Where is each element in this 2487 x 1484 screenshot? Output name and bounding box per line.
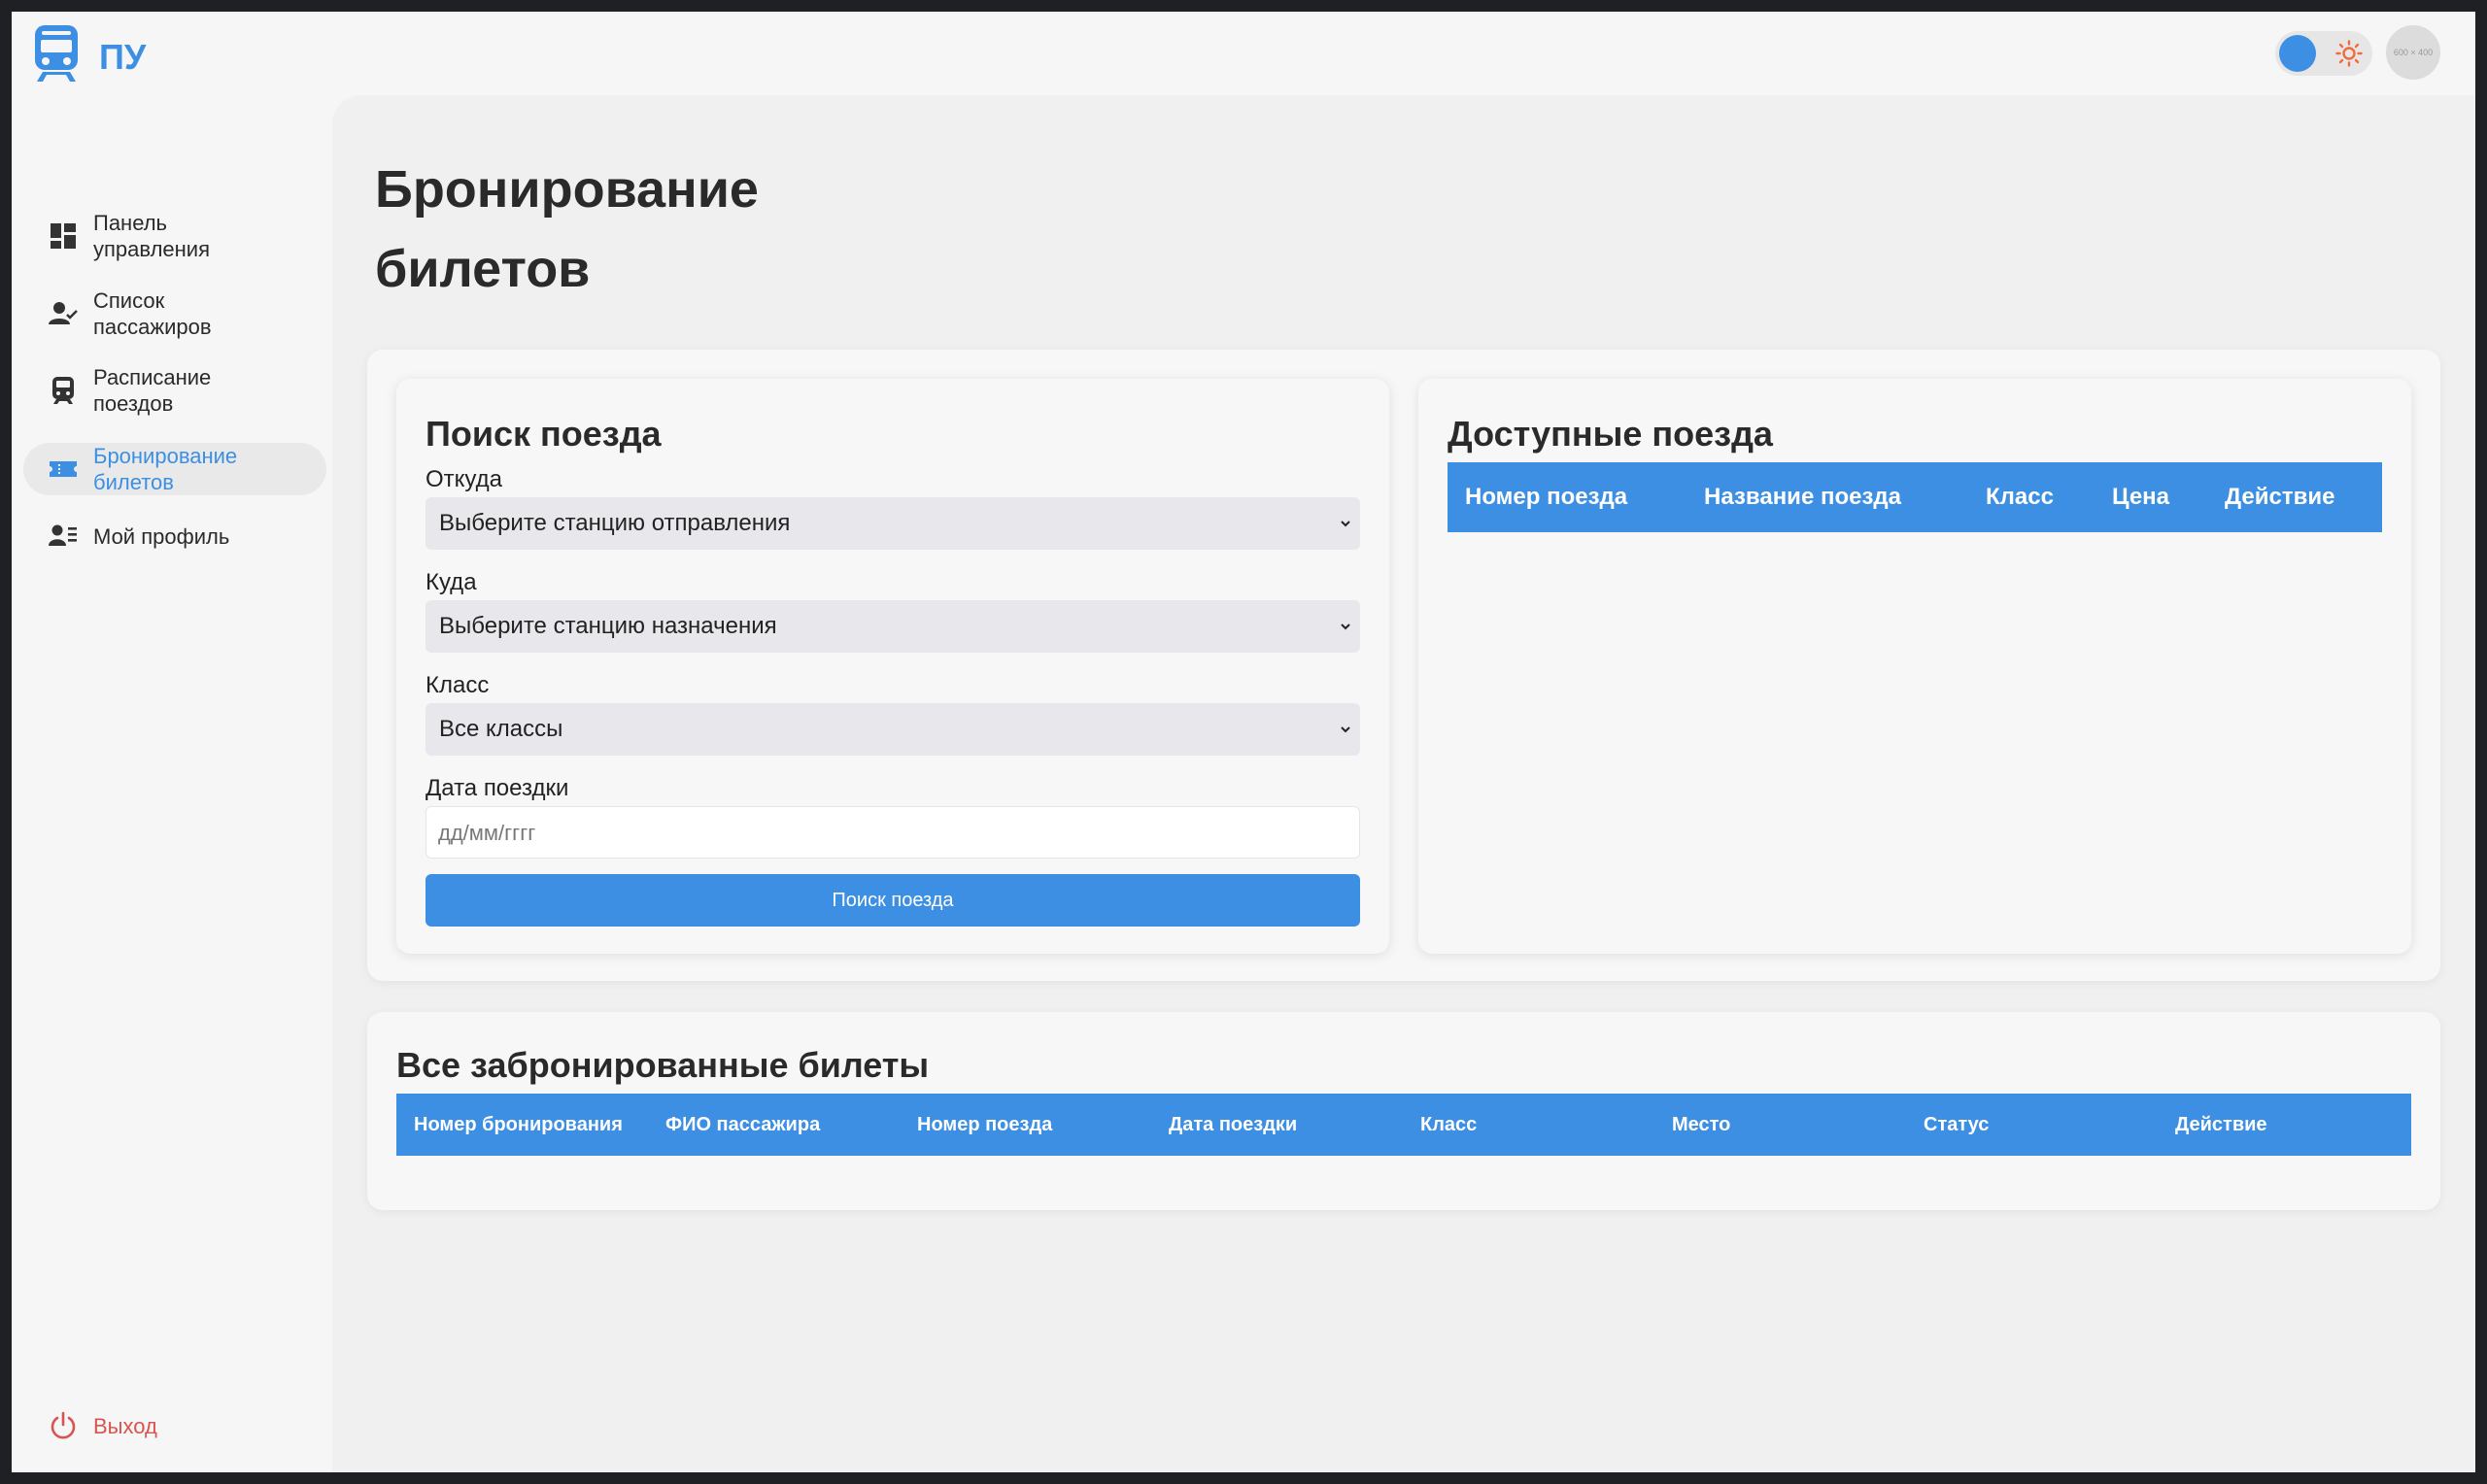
user-check-icon: [49, 302, 78, 324]
sidebar-item-label: Мой профиль: [93, 523, 230, 549]
power-icon: [51, 1411, 76, 1439]
column-header: Номер поезда: [917, 1114, 1053, 1135]
available-card-title: Доступные поезда: [1448, 414, 1773, 454]
column-header: Действие: [2225, 484, 2335, 510]
dashboard-icon: [51, 223, 76, 249]
column-header: Действие: [2175, 1114, 2267, 1135]
to-label: Куда: [426, 569, 477, 595]
sun-icon: [2335, 40, 2363, 67]
from-select-value: Выберите станцию отправления: [439, 510, 791, 536]
train-icon: [52, 377, 74, 404]
train-logo-icon: [35, 25, 78, 82]
available-trains-card: Доступные поезда Номер поезда Название п…: [1418, 379, 2411, 954]
column-header: ФИО пассажира: [665, 1114, 821, 1135]
sidebar: Панель управления Список пассажиров Расп…: [12, 105, 332, 1472]
date-input[interactable]: дд/мм/гггг: [426, 806, 1360, 859]
train-search-card: Поиск поезда Откуда Выберите станцию отп…: [396, 379, 1389, 954]
column-header: Дата поездки: [1169, 1114, 1298, 1135]
from-label: Откуда: [426, 466, 502, 492]
sidebar-item-booking[interactable]: Бронирование билетов: [23, 443, 326, 495]
sidebar-item-label: Расписание поездов: [93, 365, 212, 416]
to-select-value: Выберите станцию назначения: [439, 613, 777, 639]
column-header: Номер бронирования: [414, 1114, 623, 1135]
logout-button[interactable]: Выход: [23, 1406, 268, 1445]
to-select[interactable]: Выберите станцию назначения: [426, 600, 1360, 653]
sidebar-item-label: Панель управления: [93, 211, 210, 261]
ticket-icon: [50, 461, 77, 477]
class-select-value: Все классы: [439, 716, 563, 742]
column-header: Статус: [1924, 1114, 1990, 1135]
app-window: ПУ 600 × 400 Панель управления Список па…: [12, 12, 2475, 1472]
column-header: Название поезда: [1704, 484, 1901, 510]
booked-table-header: Номер бронирования ФИО пассажира Номер п…: [396, 1094, 2411, 1156]
sidebar-item-schedule[interactable]: Расписание поездов: [23, 364, 326, 417]
chevron-down-icon: [1341, 521, 1350, 527]
sidebar-item-passengers[interactable]: Список пассажиров: [23, 287, 326, 340]
available-table-header: Номер поезда Название поезда Класс Цена …: [1448, 462, 2382, 532]
from-select[interactable]: Выберите станцию отправления: [426, 497, 1360, 550]
column-header: Цена: [2112, 484, 2170, 510]
chevron-down-icon: [1341, 726, 1350, 733]
brand-title[interactable]: ПУ: [99, 37, 146, 78]
column-header: Класс: [1986, 484, 2054, 510]
logout-label: Выход: [93, 1413, 157, 1438]
class-select[interactable]: Все классы: [426, 703, 1360, 756]
toggle-knob: [2279, 35, 2316, 72]
sidebar-item-profile[interactable]: Мой профиль: [23, 510, 326, 562]
profile-icon: [49, 524, 77, 546]
search-card-title: Поиск поезда: [426, 414, 662, 454]
date-label: Дата поездки: [426, 775, 569, 801]
top-bar: ПУ 600 × 400: [12, 12, 2475, 105]
booked-tickets-title: Все забронированные билеты: [396, 1045, 930, 1085]
sidebar-item-label: Бронирование билетов: [93, 444, 238, 494]
sidebar-item-label: Список пассажиров: [93, 288, 212, 339]
sidebar-item-dashboard[interactable]: Панель управления: [23, 210, 326, 262]
search-train-button[interactable]: Поиск поезда: [426, 874, 1360, 927]
booked-tickets-panel: Все забронированные билеты Номер брониро…: [367, 1012, 2440, 1210]
page-title: Бронирование билетов: [375, 160, 759, 298]
column-header: Номер поезда: [1465, 484, 1628, 510]
theme-toggle[interactable]: [2275, 31, 2372, 76]
main-content: Бронирование билетов Поиск поезда Откуда…: [332, 95, 2475, 1472]
avatar[interactable]: 600 × 400: [2386, 25, 2440, 80]
chevron-down-icon: [1341, 624, 1350, 630]
column-header: Класс: [1420, 1114, 1478, 1135]
booking-panel: Поиск поезда Откуда Выберите станцию отп…: [367, 350, 2440, 981]
column-header: Место: [1672, 1114, 1731, 1135]
class-label: Класс: [426, 672, 490, 698]
